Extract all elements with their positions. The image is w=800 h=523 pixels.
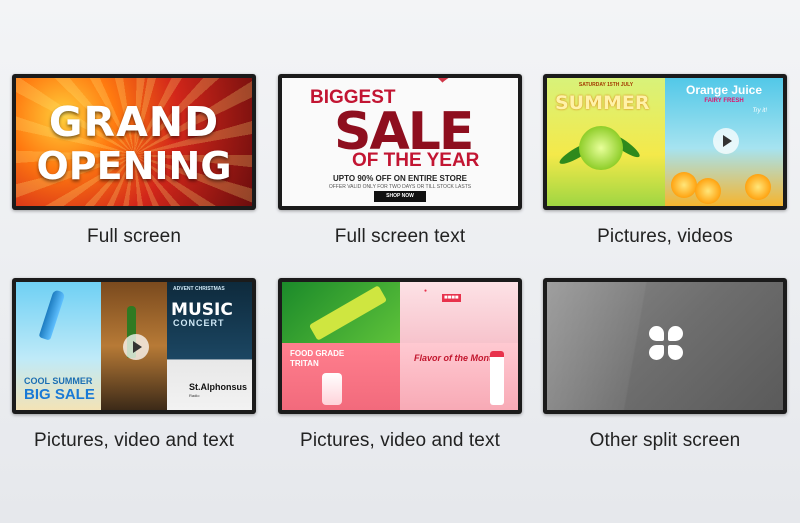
tile-pictures-video-text: COOL SUMMER BIG SALE ADVENT CHRISTMAS MU… <box>12 278 256 451</box>
panel-text: St.Alphonsus <box>189 382 248 392</box>
display-frame: COOL SUMMER BIG SALE ADVENT CHRISTMAS MU… <box>12 278 256 414</box>
orange-shape <box>745 174 771 200</box>
sale-of-the-year: OF THE YEAR <box>352 150 480 171</box>
three-panel-image: COOL SUMMER BIG SALE ADVENT CHRISTMAS MU… <box>16 282 252 410</box>
tile-full-screen-text: BIGGEST SALE OF THE YEAR UPTO 90% OFF ON… <box>278 74 522 247</box>
bottle-shape <box>38 289 66 341</box>
poster-title: SUMMER <box>555 92 650 114</box>
tile-pictures-video-text-2: ● ■■■■ FOOD GRADE TRITAN Flavor of the Mo… <box>278 278 522 451</box>
orange-shape <box>671 172 697 198</box>
screen-headline: GRAND <box>48 98 220 146</box>
tile-caption: Pictures, video and text <box>300 430 500 451</box>
grand-opening-image: GRAND OPENING <box>16 78 252 206</box>
panel-text: Radio <box>189 393 200 398</box>
tile-caption: Pictures, videos <box>597 226 733 247</box>
panel-text: MUSIC <box>171 300 233 320</box>
tile-caption: Full screen text <box>334 226 466 247</box>
display-frame: ● ■■■■ FOOD GRADE TRITAN Flavor of the Mo… <box>278 278 522 414</box>
tile-pictures-videos: SATURDAY 15TH JULY SUMMER Orange Juice F… <box>543 74 787 247</box>
poster-date: SATURDAY 15TH JULY <box>578 82 634 88</box>
sale-image: BIGGEST SALE OF THE YEAR UPTO 90% OFF ON… <box>282 78 518 206</box>
tile-full-screen: GRAND OPENING Full screen <box>12 74 256 247</box>
tile-other-split-screen: Other split screen <box>543 278 787 451</box>
four-panel-image: ● ■■■■ FOOD GRADE TRITAN Flavor of the Mo… <box>282 282 518 410</box>
display-frame <box>543 278 787 414</box>
cool-summer-panel: COOL SUMMER BIG SALE <box>16 282 101 410</box>
panel-text: BIG SALE <box>24 386 95 403</box>
panel-tag: ● <box>424 288 428 294</box>
four-petal-split-icon <box>649 326 683 360</box>
flavor-panel: Flavor of the Month <box>400 343 518 410</box>
display-frame: GRAND OPENING <box>12 74 256 210</box>
juice-tagline: Try it! <box>752 108 767 114</box>
green-product-panel <box>282 282 400 344</box>
tile-caption: Pictures, video and text <box>34 430 234 451</box>
split-screen-placeholder <box>547 282 783 410</box>
tube-shape <box>490 351 504 406</box>
shop-now-button: SHOP NOW <box>374 191 426 202</box>
summer-cocktail-picture: SATURDAY 15TH JULY SUMMER <box>547 78 665 206</box>
sale-fine-print: OFFER VALID ONLY FOR TWO DAYS OR TILL ST… <box>328 184 472 190</box>
panel-tag: ■■■■ <box>442 294 461 302</box>
split-media-image: SATURDAY 15TH JULY SUMMER Orange Juice F… <box>547 78 783 206</box>
panel-text: FOOD GRADE TRITAN <box>290 349 344 369</box>
play-icon <box>122 334 149 360</box>
music-concert-panel: ADVENT CHRISTMAS MUSIC CONCERT St.Alphon… <box>167 282 252 410</box>
panel-text-line: TRITAN <box>290 359 319 369</box>
juice-title: Orange Juice <box>685 83 763 97</box>
cocktail-glass <box>579 126 623 170</box>
panel-text: CONCERT <box>173 318 225 328</box>
food-grade-panel: FOOD GRADE TRITAN <box>282 343 400 410</box>
video-panel <box>100 282 168 410</box>
cup-shape <box>322 373 342 406</box>
orange-shape <box>695 178 721 204</box>
display-frame: SATURDAY 15TH JULY SUMMER Orange Juice F… <box>543 74 787 210</box>
tile-caption: Full screen <box>86 226 182 247</box>
pink-drink-panel: ● ■■■■ <box>400 282 518 344</box>
tile-caption: Other split screen <box>589 430 741 451</box>
panel-text: COOL SUMMER <box>24 376 93 386</box>
orange-juice-video: Orange Juice FAIRY FRESH Try it! <box>665 78 783 206</box>
juice-subtitle: FAIRY FRESH <box>704 98 744 104</box>
panel-text: Flavor of the Month <box>414 353 498 364</box>
product-shape <box>308 285 388 341</box>
screen-headline-2: OPENING <box>36 144 232 188</box>
sale-offer: UPTO 90% OFF ON ENTIRE STORE <box>333 174 467 183</box>
panel-text: ADVENT CHRISTMAS <box>173 286 225 292</box>
display-frame: BIGGEST SALE OF THE YEAR UPTO 90% OFF ON… <box>278 74 522 210</box>
play-icon <box>713 128 739 154</box>
panel-text-line: FOOD GRADE <box>290 349 345 359</box>
